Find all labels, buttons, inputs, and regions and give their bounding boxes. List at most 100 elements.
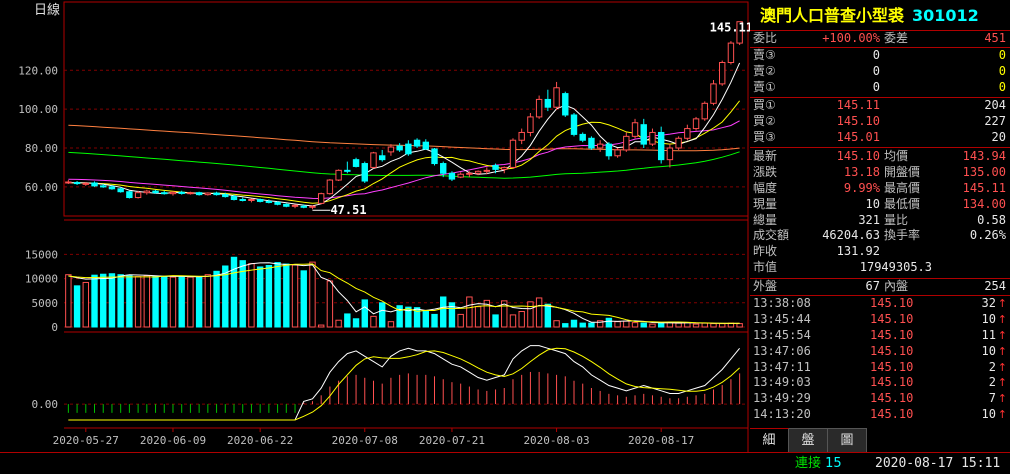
candle-body [710,83,717,104]
candle-body [195,192,203,196]
volume-bar [213,270,220,328]
candle-body [640,124,647,145]
volume-bar [719,323,726,328]
x-tick-label: 2020-06-22 [227,434,293,447]
candle-body [649,131,656,145]
candle-body [422,141,429,150]
volume-bar [379,302,386,328]
tick-row[interactable]: 13:38:08 145.10 32 ↑ [750,296,1010,312]
candle-body [562,93,569,116]
tick-row[interactable]: 13:47:11 145.10 2 ↑ [750,360,1010,376]
candle-body [448,172,456,180]
candle-body [239,198,246,201]
tick-row[interactable]: 13:45:44 145.10 10 ↑ [750,312,1010,328]
volume-bar [605,317,613,328]
candle-body [379,155,386,161]
bid-level-1: 買① 145.11 204 [750,98,1010,114]
volume-bar [422,310,429,328]
inner-value: 254 [984,279,1006,293]
candle-body [108,186,116,190]
candle-body [535,98,543,118]
tick-qty: 11 [981,327,996,342]
volume-tick-label: 15000 [25,248,58,261]
ask-label: 賣③ [753,48,776,62]
volume-bar [326,280,334,328]
stats-row: 漲跌 13.18 開盤價 135.00 [750,165,1010,181]
trade-ticks[interactable]: 13:38:08 145.10 32 ↑ 13:45:44 145.10 10 ↑ 13:45:… [750,296,1010,423]
candle-body [187,192,194,195]
ask-level-1: 賣① 0 0 [750,80,1010,96]
detail-tabs: 細 盤 圖 [750,428,1010,452]
candle-body [614,149,621,157]
stock-name: 澳門人口普查小型裘 [760,6,905,25]
candle-body [65,181,72,184]
tick-row[interactable]: 13:49:03 145.10 2 ↑ [750,375,1010,391]
tick-row[interactable]: 14:13:20 145.10 10 ↑ [750,407,1010,423]
candle-body [657,131,665,161]
tick-price: 145.10 [870,343,914,358]
tick-row[interactable]: 13:47:06 145.10 10 ↑ [750,344,1010,360]
bid-label: 買① [753,98,776,112]
candle-body [161,192,168,195]
inner-label: 內盤 [884,279,909,293]
tab-order-book[interactable]: 盤 [789,428,828,452]
candle-body [501,166,508,170]
stat-value: 145.10 [836,149,880,163]
tick-qty: 7 [988,391,996,406]
candle-body [178,191,185,194]
candle-body [396,145,403,151]
volume-bar [631,322,639,328]
prev-close-label: 昨收 [753,244,778,258]
candle-body [596,143,604,149]
price-tick-label: 60.00 [25,181,58,194]
candle-body [134,192,142,199]
volume-bar [370,315,377,328]
tab-details[interactable]: 細 [750,428,789,452]
volume-bar [736,323,743,328]
tab-chart[interactable]: 圖 [828,428,867,452]
stat-label: 成交額 [753,228,790,243]
connection-status: 連接 15 [795,454,842,473]
market-cap-value: 17949305.3 [859,259,932,274]
ask-volume: 0 [998,63,1006,78]
candle-body [692,118,700,130]
volume-bar [492,314,499,328]
tick-time: 13:49:03 [753,375,811,390]
tick-price: 145.10 [870,296,914,310]
candle-body [727,42,735,64]
candle-body [413,139,421,147]
tick-time: 13:47:11 [753,359,811,374]
candle-body [117,188,124,193]
ask-level-3: 賣③ 0 0 [750,48,1010,64]
tick-qty: 10 [981,311,996,326]
stat-label: 最新 [753,149,778,163]
volume-bar [248,263,255,328]
status-bar [0,452,1010,474]
x-tick-label: 2020-05-27 [53,434,119,447]
candle-body [265,200,273,203]
stock-code: 301012 [912,6,979,25]
volume-bar [91,274,98,328]
ask-price: 0 [872,79,880,94]
candle-body [666,147,674,161]
stat-value: 143.94 [962,149,1006,163]
candlestick-chart[interactable]: 日線 120.00 100.00 80.00 60.00 15000 10000 5000 0 0… [0,0,750,473]
stats-row: 最新 145.10 均價 143.94 [750,149,1010,165]
candle-body [283,203,290,207]
candle-body [143,190,151,194]
low-annotation: 47.51 [330,203,366,217]
volume-bar [152,275,159,328]
volume-bar [657,322,665,328]
price-tick-label: 80.00 [25,142,58,155]
tick-price: 145.10 [870,375,914,390]
tick-row[interactable]: 13:45:54 145.10 11 ↑ [750,328,1010,344]
candle-body [684,128,691,139]
volume-bar [701,322,708,328]
tick-qty: 32 [981,296,996,310]
candle-body [361,163,368,182]
volume-bar [431,313,438,328]
tick-row[interactable]: 13:49:29 145.10 7 ↑ [750,391,1010,407]
stat-value: 10 [865,196,880,211]
ask-volume: 0 [998,79,1006,94]
outer-value: 67 [865,279,880,293]
